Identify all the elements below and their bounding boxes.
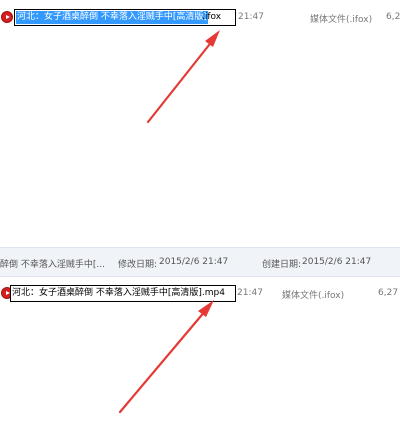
red-arrow-annotation xyxy=(146,30,220,124)
red-arrow-annotation xyxy=(118,300,214,414)
annotation-arrows xyxy=(118,30,220,414)
